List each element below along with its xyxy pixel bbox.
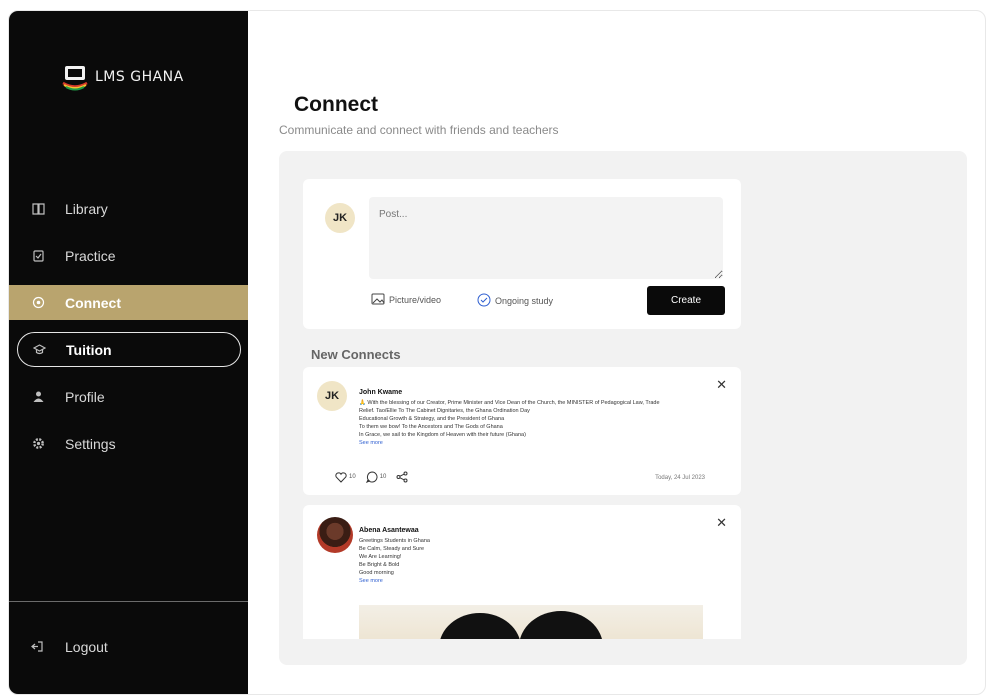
post-input[interactable]: [369, 197, 723, 279]
post-body: 🙏 With the blessing of our Creator, Prim…: [359, 399, 719, 447]
sidebar: LMS GHANA Library Practice Connect Tuiti…: [9, 11, 248, 694]
sidebar-nav: Library Practice Connect Tuition Profile…: [9, 191, 248, 473]
comment-button[interactable]: 10: [365, 471, 387, 483]
share-button[interactable]: [396, 471, 408, 483]
logout-icon: [31, 640, 45, 654]
sidebar-item-library[interactable]: Library: [9, 191, 248, 226]
ongoing-study-button[interactable]: Ongoing study: [477, 293, 553, 309]
close-icon[interactable]: ✕: [716, 377, 727, 393]
study-icon: [477, 293, 491, 309]
post-card: JK ✕ John Kwame 🙏 With the blessing of o…: [303, 367, 741, 495]
logout-button[interactable]: Logout: [31, 639, 108, 655]
sidebar-item-connect[interactable]: Connect: [9, 285, 248, 320]
post-line: Be Bright & Bold: [359, 562, 400, 568]
sidebar-divider: [9, 601, 248, 602]
post-image[interactable]: [359, 605, 703, 639]
image-icon: [371, 293, 385, 307]
heart-icon: [335, 471, 347, 483]
post-line: We Are Learning!: [359, 554, 402, 560]
clipboard-icon: [31, 249, 45, 263]
sidebar-item-label: Connect: [65, 294, 121, 311]
graduation-icon: [32, 343, 46, 357]
see-more-link[interactable]: See more: [359, 577, 719, 585]
gear-icon: [31, 437, 45, 451]
avatar: JK: [325, 203, 355, 233]
feed-heading: New Connects: [311, 347, 401, 362]
logo-text: LMS GHANA: [95, 69, 184, 85]
post-feed[interactable]: JK ✕ John Kwame 🙏 With the blessing of o…: [303, 367, 741, 639]
user-icon: [31, 390, 45, 404]
page-title: Connect: [294, 93, 378, 116]
sidebar-item-label: Settings: [65, 435, 116, 452]
post-author: John Kwame: [359, 389, 403, 396]
post-actions: 10 10: [335, 471, 408, 483]
avatar: JK: [317, 381, 347, 411]
post-line: Educational Growth & Strategy, and the P…: [359, 416, 505, 422]
post-card: ✕ Abena Asantewaa Greetings Students in …: [303, 505, 741, 639]
sidebar-item-label: Library: [65, 200, 108, 217]
post-author: Abena Asantewaa: [359, 527, 419, 534]
avatar: [317, 517, 353, 553]
sidebar-item-label: Practice: [65, 247, 116, 264]
sidebar-item-label: Profile: [65, 388, 105, 405]
post-line: To them we bow! To the Ancestors and The…: [359, 424, 503, 430]
sidebar-item-tuition[interactable]: Tuition: [17, 332, 241, 367]
see-more-link[interactable]: See more: [359, 439, 719, 447]
connect-panel: JK Picture/video Ongoing study Create Ne…: [279, 151, 967, 665]
connect-icon: [31, 296, 45, 310]
close-icon[interactable]: ✕: [716, 515, 727, 531]
post-line: Greetings Students in Ghana: [359, 538, 430, 544]
image-figure: [439, 613, 521, 639]
post-line: Relief. Tao/Ellie To The Cabinet Dignita…: [359, 408, 530, 414]
add-media-button[interactable]: Picture/video: [371, 293, 441, 307]
add-media-label: Picture/video: [389, 295, 442, 305]
logo[interactable]: LMS GHANA: [61, 63, 184, 91]
sidebar-item-profile[interactable]: Profile: [9, 379, 248, 414]
like-button[interactable]: 10: [335, 471, 356, 483]
app-window: LMS GHANA Library Practice Connect Tuiti…: [8, 10, 986, 695]
share-icon: [396, 471, 408, 483]
logout-label: Logout: [65, 639, 108, 655]
post-body: Greetings Students in Ghana Be Calm, Ste…: [359, 537, 719, 585]
comment-icon: [365, 471, 378, 483]
post-line: In Grace, we sail to the Kingdom of Heav…: [359, 432, 526, 438]
page-subtitle: Communicate and connect with friends and…: [279, 123, 559, 137]
comment-count: 10: [379, 474, 387, 480]
book-icon: [31, 202, 45, 216]
create-button[interactable]: Create: [647, 286, 725, 315]
post-date: Today, 24 Jul 2023: [655, 475, 705, 481]
post-line: 🙏 With the blessing of our Creator, Prim…: [359, 400, 660, 406]
ongoing-study-label: Ongoing study: [495, 296, 554, 306]
post-line: Good morning: [359, 570, 394, 576]
sidebar-item-label: Tuition: [66, 341, 112, 358]
post-composer: JK Picture/video Ongoing study Create: [303, 179, 741, 329]
logo-mark-icon: [61, 63, 89, 91]
like-count: 10: [349, 474, 356, 480]
sidebar-item-settings[interactable]: Settings: [9, 426, 248, 461]
image-figure: [519, 611, 603, 639]
sidebar-item-practice[interactable]: Practice: [9, 238, 248, 273]
post-line: Be Calm, Steady and Sure: [359, 546, 425, 552]
main-content: Connect Communicate and connect with fri…: [248, 11, 985, 694]
